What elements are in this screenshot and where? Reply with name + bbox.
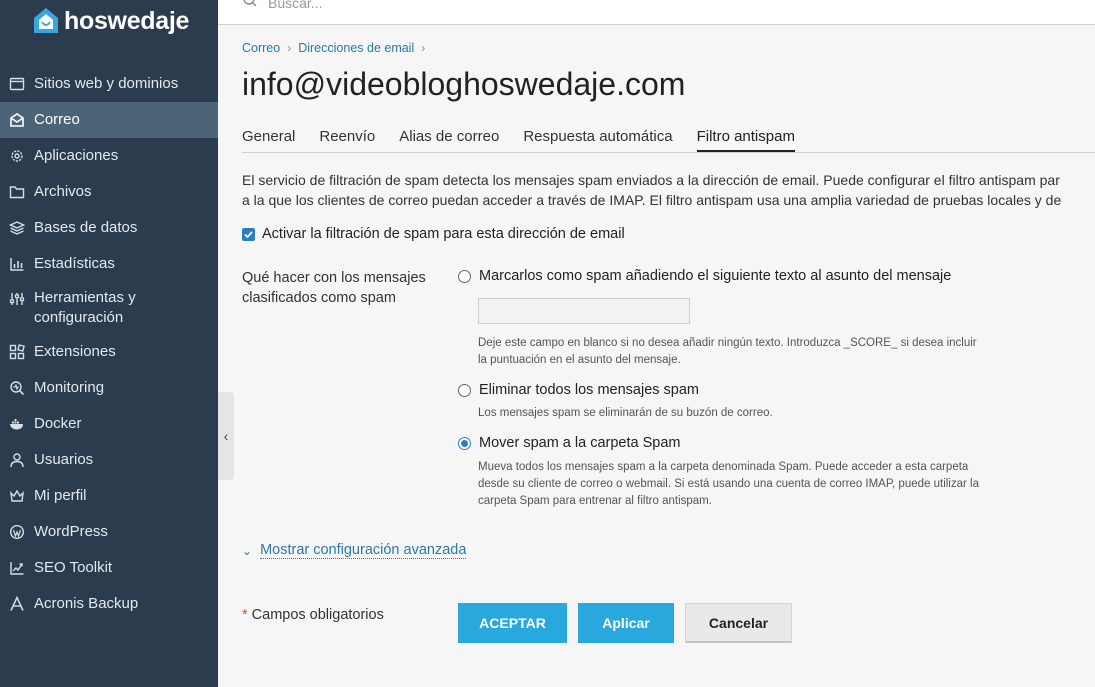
sidebar-item-label: Bases de datos <box>34 219 138 236</box>
seo-chart-icon <box>8 559 26 577</box>
sidebar-item-herramientas[interactable]: Herramientas y configuración <box>0 282 218 334</box>
description-line: a la que los clientes de correo puedan a… <box>242 192 1062 208</box>
sidebar-item-acronis[interactable]: Acronis Backup <box>0 586 218 622</box>
sidebar-item-extensiones[interactable]: Extensiones <box>0 334 218 370</box>
search-input[interactable] <box>266 0 570 12</box>
mark-spam-hint: Deje este campo en blanco si no desea añ… <box>478 337 977 366</box>
database-icon <box>8 219 26 237</box>
required-star: * <box>242 607 248 623</box>
sidebar-item-label: Docker <box>34 415 82 432</box>
tab-bar: General Reenvío Alias de correo Respuest… <box>242 128 1095 153</box>
house-logo-icon <box>34 8 58 33</box>
top-search-bar <box>218 0 1095 25</box>
show-advanced-label: Mostrar configuración avanzada <box>260 542 467 559</box>
chevron-down-icon: ⌄ <box>242 543 253 558</box>
acronis-icon <box>8 595 26 613</box>
move-spam-hint: Mueva todos los mensajes spam a la carpe… <box>478 461 979 507</box>
description-line: El servicio de filtración de spam detect… <box>242 172 1060 188</box>
sidebar-item-label: Sitios web y dominios <box>34 75 179 92</box>
delete-spam-label: Eliminar todos los mensajes spam <box>479 382 700 398</box>
checkmark-icon <box>244 230 253 238</box>
spam-description: El servicio de filtración de spam detect… <box>242 170 1095 210</box>
docker-icon <box>8 415 26 433</box>
option-move-spam[interactable]: Mover spam a la carpeta Spam <box>458 435 680 451</box>
sidebar-item-correo[interactable]: Correo <box>0 102 218 138</box>
tools-icon <box>8 290 26 308</box>
sidebar-item-seo-toolkit[interactable]: SEO Toolkit <box>0 550 218 586</box>
sidebar-item-label: Acronis Backup <box>34 595 139 612</box>
sidebar: hoswedaje Sitios web y dominios Correo A… <box>0 0 218 687</box>
delete-spam-hint: Los mensajes spam se eliminarán de su bu… <box>478 407 773 419</box>
sidebar-item-bases-de-datos[interactable]: Bases de datos <box>0 210 218 246</box>
crown-icon <box>8 487 26 505</box>
sidebar-item-label: SEO Toolkit <box>34 559 113 576</box>
sidebar-item-archivos[interactable]: Archivos <box>0 174 218 210</box>
option-mark-spam[interactable]: Marcarlos como spam añadiendo el siguien… <box>458 268 951 284</box>
sidebar-item-label: Extensiones <box>34 343 116 360</box>
show-advanced-link[interactable]: ⌄ Mostrar configuración avanzada <box>242 542 467 559</box>
sidebar-nav: Sitios web y dominios Correo Aplicacione… <box>0 66 218 622</box>
sidebar-item-label: Correo <box>34 111 80 128</box>
breadcrumb-direcciones[interactable]: Direcciones de email <box>298 41 414 55</box>
required-fields-note: * Campos obligatorios <box>242 607 384 623</box>
chevron-left-icon: ‹ <box>223 428 229 444</box>
apply-button[interactable]: Aplicar <box>578 603 674 643</box>
sidebar-item-label: WordPress <box>34 523 108 540</box>
mark-spam-label: Marcarlos como spam añadiendo el siguien… <box>479 268 952 284</box>
spam-action-label: Qué hacer con los mensajes clasificados … <box>242 270 426 306</box>
gear-icon <box>8 147 26 165</box>
enable-spam-checkbox[interactable] <box>242 227 255 241</box>
extensions-icon <box>8 343 26 361</box>
sidebar-item-sitios[interactable]: Sitios web y dominios <box>0 66 218 102</box>
tab-general[interactable]: General <box>242 128 295 152</box>
tab-respuesta-automatica[interactable]: Respuesta automática <box>523 128 672 152</box>
delete-spam-radio[interactable] <box>458 383 471 397</box>
page-title: info@videobloghoswedaje.com <box>242 66 686 102</box>
bar-chart-icon <box>8 255 26 273</box>
move-spam-label: Mover spam a la carpeta Spam <box>479 435 681 451</box>
sidebar-item-label: Herramientas y configuración <box>34 289 136 326</box>
enable-spam-filter[interactable]: Activar la filtración de spam para esta … <box>242 226 625 242</box>
mark-spam-radio[interactable] <box>458 269 471 283</box>
sidebar-item-label: Monitoring <box>34 379 105 396</box>
sidebar-item-label: Archivos <box>34 183 92 200</box>
user-icon <box>8 451 26 469</box>
sidebar-item-usuarios[interactable]: Usuarios <box>0 442 218 478</box>
accept-button[interactable]: ACEPTAR <box>458 603 567 643</box>
option-delete-spam[interactable]: Eliminar todos los mensajes spam <box>458 382 699 398</box>
required-label: Campos obligatorios <box>251 607 384 623</box>
sidebar-collapse-handle[interactable]: ‹ <box>218 392 234 480</box>
brand-name: hoswedaje <box>64 6 190 35</box>
tab-filtro-antispam[interactable]: Filtro antispam <box>696 128 795 152</box>
enable-spam-label: Activar la filtración de spam para esta … <box>262 226 625 242</box>
chevron-right-icon: › <box>421 41 426 55</box>
envelope-icon <box>8 111 26 129</box>
cancel-button[interactable]: Cancelar <box>685 603 792 643</box>
chevron-right-icon: › <box>287 41 292 55</box>
sidebar-item-docker[interactable]: Docker <box>0 406 218 442</box>
spam-subject-input[interactable] <box>478 298 690 324</box>
sidebar-item-label: Usuarios <box>34 451 94 468</box>
breadcrumb-correo[interactable]: Correo <box>242 41 280 55</box>
sidebar-item-aplicaciones[interactable]: Aplicaciones <box>0 138 218 174</box>
globe-icon <box>8 75 26 93</box>
sidebar-item-wordpress[interactable]: WordPress <box>0 514 218 550</box>
brand-logo[interactable]: hoswedaje <box>32 4 189 38</box>
tab-alias[interactable]: Alias de correo <box>399 128 499 152</box>
move-spam-radio[interactable] <box>458 436 471 450</box>
sidebar-item-estadisticas[interactable]: Estadísticas <box>0 246 218 282</box>
breadcrumb: Correo › Direcciones de email › <box>242 41 432 55</box>
sidebar-item-label: Mi perfil <box>34 487 87 504</box>
monitoring-icon <box>8 379 26 397</box>
search-icon <box>243 0 257 7</box>
wordpress-icon <box>8 523 26 541</box>
sidebar-item-label: Estadísticas <box>34 255 115 272</box>
sidebar-item-monitoring[interactable]: Monitoring <box>0 370 218 406</box>
sidebar-item-label: Aplicaciones <box>34 147 119 164</box>
tab-reenvio[interactable]: Reenvío <box>319 128 375 152</box>
sidebar-item-mi-perfil[interactable]: Mi perfil <box>0 478 218 514</box>
folder-icon <box>8 183 26 201</box>
